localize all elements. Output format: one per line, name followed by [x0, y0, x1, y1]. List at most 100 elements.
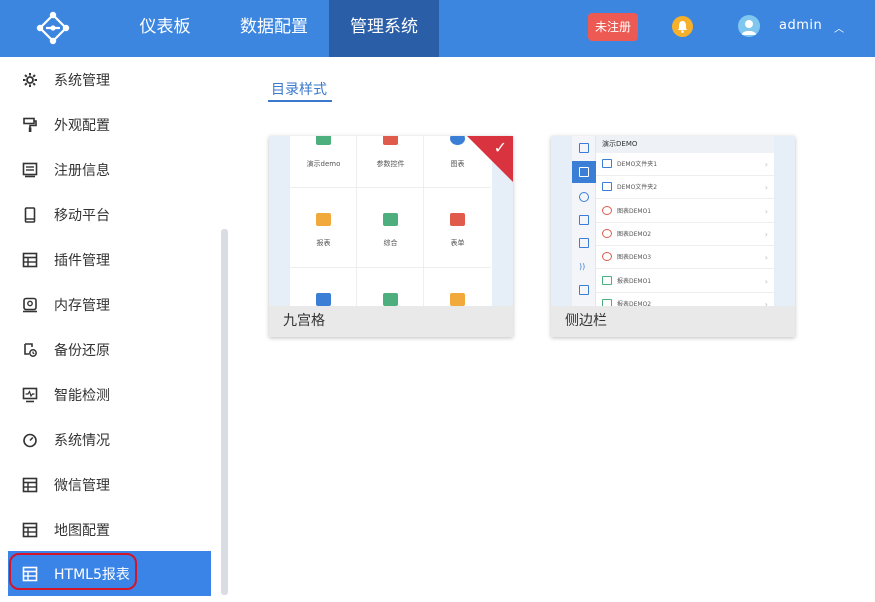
- tab-dashboard[interactable]: 仪表板: [122, 0, 208, 57]
- document-icon: [316, 293, 331, 306]
- sidebar-item-registration[interactable]: 注册信息: [8, 147, 211, 192]
- card-caption: 九宫格: [269, 306, 513, 337]
- bell-icon[interactable]: [672, 16, 693, 37]
- section-title-underline: [268, 100, 332, 102]
- html5-report-icon: [22, 566, 38, 581]
- chevron-right-icon: ›: [764, 207, 768, 216]
- folder-icon: [602, 159, 612, 168]
- sidebar-item-label: 注册信息: [54, 162, 110, 179]
- params-icon: [383, 136, 398, 145]
- grid-label: 综合: [383, 239, 398, 247]
- sidebar-item-map-config[interactable]: 地图配置: [8, 507, 211, 552]
- preview-rail: )): [572, 136, 596, 306]
- rail-item-icon: [579, 167, 589, 177]
- wechat-icon: [22, 477, 38, 492]
- sidebar-preview: )) 演示DEMO DEMO文件夹1 › DEMO文件夹2 › 图表DEMO1 …: [551, 136, 795, 306]
- sidebar-item-label: 备份还原: [54, 342, 110, 359]
- section-title[interactable]: 目录样式: [271, 79, 327, 99]
- search-icon: [579, 192, 589, 202]
- tab-management-system[interactable]: 管理系统: [329, 0, 439, 57]
- table-icon: [450, 293, 465, 306]
- paint-roller-icon: [23, 117, 37, 132]
- grid-preview: 演示demo 参数控件 图表 报表 综合 表单 ✓: [269, 136, 513, 306]
- preview-row: 图表DEMO3 ›: [596, 246, 774, 269]
- register-icon: [22, 162, 38, 177]
- gauge-icon: [23, 433, 37, 447]
- sidebar-item-backup-restore[interactable]: 备份还原: [8, 327, 211, 372]
- gear-icon: [23, 72, 37, 87]
- grid-label: 参数控件: [376, 160, 405, 168]
- sidebar-item-system-management[interactable]: 系统管理: [8, 57, 211, 102]
- map-icon: [22, 522, 38, 537]
- sidebar-item-label: 系统管理: [54, 72, 110, 89]
- sidebar-item-html5-report[interactable]: HTML5报表: [8, 551, 211, 596]
- rail-item-icon: [579, 215, 589, 225]
- plugin-icon: [22, 252, 38, 267]
- sidebar-item-label: 插件管理: [54, 252, 110, 269]
- report-file-icon: [602, 276, 612, 285]
- grid-preview-screen: 演示demo 参数控件 图表 报表 综合 表单: [290, 136, 492, 306]
- card-caption: 侧边栏: [551, 306, 795, 337]
- sidebar-item-label: 微信管理: [54, 477, 110, 494]
- chevron-right-icon: ›: [764, 230, 768, 239]
- sidebar-item-wechat-management[interactable]: 微信管理: [8, 462, 211, 507]
- chevron-right-icon: ›: [764, 183, 768, 192]
- sidebar-item-label: 外观配置: [54, 117, 110, 134]
- grid-label: 表单: [450, 239, 465, 247]
- demo-icon: [316, 136, 331, 145]
- style-card-sidebar[interactable]: )) 演示DEMO DEMO文件夹1 › DEMO文件夹2 › 图表DEMO1 …: [551, 136, 795, 337]
- preview-row: 图表DEMO2 ›: [596, 223, 774, 246]
- logo-icon[interactable]: [30, 8, 76, 48]
- pie-chart-icon: [602, 229, 612, 238]
- preview-row: DEMO文件夹1 ›: [596, 153, 774, 176]
- check-icon: ✓: [493, 138, 507, 157]
- form-icon: [450, 213, 465, 226]
- settings-icon: [579, 285, 589, 295]
- mobile-icon: [24, 206, 36, 223]
- preview-row: 报表DEMO2 ›: [596, 293, 774, 306]
- memory-icon: [23, 297, 37, 312]
- chevron-right-icon: ›: [764, 300, 768, 306]
- rss-icon: )): [579, 262, 586, 271]
- tab-data-config[interactable]: 数据配置: [225, 0, 323, 57]
- sidebar-item-label: 系统情况: [54, 432, 110, 449]
- grid-label: 演示demo: [306, 160, 341, 168]
- chevron-right-icon: ›: [764, 160, 768, 169]
- style-card-grid[interactable]: 演示demo 参数控件 图表 报表 综合 表单 ✓ 九宫格: [269, 136, 513, 337]
- sidebar-item-appearance[interactable]: 外观配置: [8, 102, 211, 147]
- sidebar-item-plugin-management[interactable]: 插件管理: [8, 237, 211, 282]
- rail-item-icon: [579, 238, 589, 248]
- preview-row: 报表DEMO1 ›: [596, 270, 774, 293]
- sidebar-item-system-status[interactable]: 系统情况: [8, 417, 211, 462]
- report-file-icon: [602, 299, 612, 306]
- sidebar-item-mobile-platform[interactable]: 移动平台: [8, 192, 211, 237]
- backup-icon: [24, 342, 37, 357]
- sidebar-item-label: 地图配置: [54, 522, 110, 539]
- preview-row: 图表DEMO1 ›: [596, 200, 774, 223]
- sidebar-item-label: HTML5报表: [54, 566, 130, 583]
- folder-icon: [602, 182, 612, 191]
- pie-chart-icon: [602, 206, 612, 215]
- sidebar: 系统管理 外观配置 注册信息 移动平台 插件管理 内存管理 备份还原 智能检测 …: [0, 57, 228, 602]
- avatar[interactable]: [738, 15, 760, 37]
- grid-label: 报表: [316, 239, 331, 247]
- preview-header: 演示DEMO: [596, 136, 774, 153]
- unregistered-badge[interactable]: 未注册: [588, 13, 638, 41]
- sidebar-preview-screen: )) 演示DEMO DEMO文件夹1 › DEMO文件夹2 › 图表DEMO1 …: [572, 136, 774, 306]
- top-navigation-bar: 仪表板 数据配置 管理系统 未注册 admin ︿: [0, 0, 875, 57]
- sidebar-item-smart-detection[interactable]: 智能检测: [8, 372, 211, 417]
- rail-item-icon: [579, 143, 589, 153]
- chevron-up-icon[interactable]: ︿: [834, 20, 844, 35]
- chart-icon: [450, 136, 465, 145]
- report-icon: [316, 213, 331, 226]
- chevron-right-icon: ›: [764, 253, 768, 262]
- sidebar-scrollbar[interactable]: [221, 229, 228, 595]
- sidebar-item-label: 智能检测: [54, 387, 110, 404]
- preview-row: DEMO文件夹2 ›: [596, 176, 774, 199]
- sidebar-item-memory-management[interactable]: 内存管理: [8, 282, 211, 327]
- username-label[interactable]: admin: [779, 18, 822, 33]
- sidebar-item-label: 内存管理: [54, 297, 110, 314]
- sidebar-item-label: 移动平台: [54, 207, 110, 224]
- monitor-icon: [22, 387, 38, 402]
- briefcase-icon: [383, 213, 398, 226]
